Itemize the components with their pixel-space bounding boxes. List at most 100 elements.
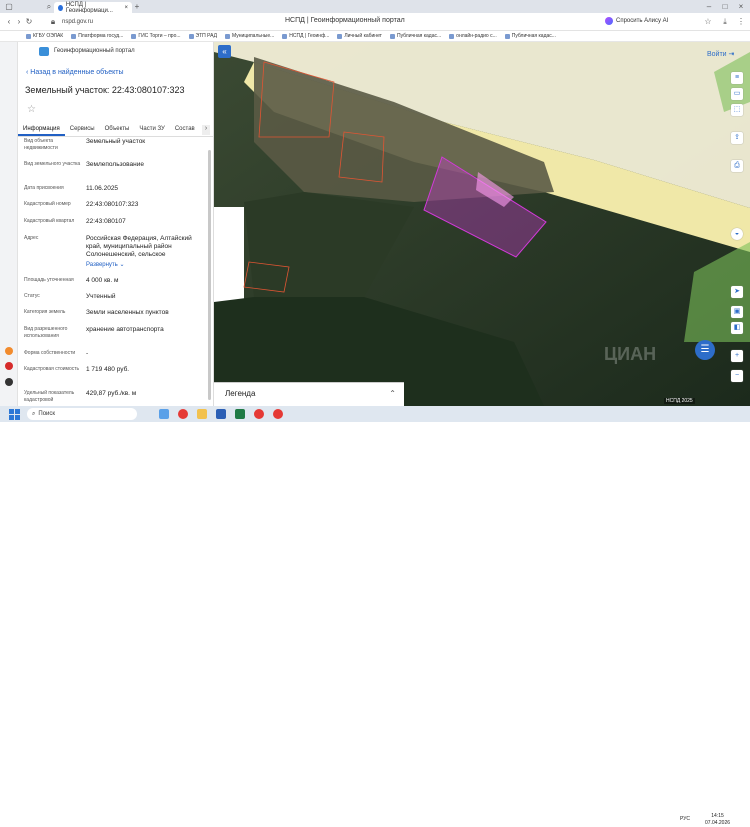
browser-menu-icon[interactable]: ▢ xyxy=(4,2,14,11)
legend-label: Легенда xyxy=(225,389,256,398)
chat-icon[interactable]: ☰ xyxy=(695,340,715,360)
new-tab-button[interactable]: + xyxy=(132,2,142,11)
downloads-icon[interactable]: ⤓ xyxy=(720,17,730,27)
bookmark-item[interactable]: НСПД | Геоинф... xyxy=(282,33,329,39)
favorite-star-icon[interactable]: ☆ xyxy=(27,104,36,115)
bookmark-star-icon[interactable]: ☆ xyxy=(703,17,713,26)
browser-tab-active[interactable]: НСПД | Геоинформаци... × xyxy=(54,1,132,14)
export-icon[interactable]: ⇪ xyxy=(731,132,743,144)
bookmark-item[interactable]: Платформа госуд... xyxy=(71,33,123,39)
url-field[interactable]: nspd.gov.ru xyxy=(62,19,93,25)
alice-icon xyxy=(605,17,613,25)
panel-scrollbar[interactable] xyxy=(208,150,211,400)
tab-parts[interactable]: Части ЗУ xyxy=(134,124,169,136)
tabs-next-icon[interactable]: › xyxy=(202,125,210,135)
property-value: Землепользование xyxy=(86,161,144,168)
bookmark-item[interactable]: КГБУ ОЭЛАК xyxy=(26,33,63,39)
widgets-icon[interactable] xyxy=(159,409,169,419)
bookmark-icon xyxy=(131,33,137,39)
browser-tab-bar: ▢ ⌕ НСПД | Геоинформаци... × + – □ × xyxy=(0,0,750,14)
search-icon: ⌕ xyxy=(32,410,36,417)
property-key: Кадастровый квартал xyxy=(24,218,75,224)
legend-panel[interactable]: Легенда ⌃ xyxy=(214,382,404,406)
browser-yandex-icon[interactable] xyxy=(178,409,188,419)
bookmark-item[interactable]: Публичная кадас... xyxy=(504,33,556,39)
back-nav-icon[interactable]: ‹ xyxy=(4,17,14,26)
maximize-window-icon[interactable]: □ xyxy=(720,2,730,11)
sidebar-app-icon[interactable] xyxy=(5,378,13,386)
property-key: Категория земель xyxy=(24,309,66,315)
extensions-icon[interactable]: ⋮ xyxy=(736,17,746,26)
tab-services[interactable]: Сервисы xyxy=(65,124,100,136)
scale-label: НСПД 2025 xyxy=(664,398,695,404)
forward-nav-icon[interactable]: › xyxy=(14,17,24,26)
close-tab-icon[interactable]: × xyxy=(124,5,128,11)
property-value: 22:43:080107:323 xyxy=(86,201,139,208)
bookmark-item[interactable]: Публичная кадас... xyxy=(389,33,441,39)
file-explorer-icon[interactable] xyxy=(197,409,207,419)
clock-date: 07.04.2026 xyxy=(705,820,731,826)
browser-yandex-icon[interactable] xyxy=(273,409,283,419)
close-window-icon[interactable]: × xyxy=(736,2,746,11)
property-value: 429,87 руб./кв. м xyxy=(86,390,137,397)
basemap-icon[interactable]: ▣ xyxy=(731,306,743,318)
taskbar-search[interactable]: ⌕ Поиск xyxy=(27,408,137,420)
watermark: ЦИАН xyxy=(604,344,657,364)
zoom-out-icon[interactable]: − xyxy=(731,370,743,382)
assistant-icon[interactable]: ◒ xyxy=(731,228,743,240)
tab-search-icon[interactable]: ⌕ xyxy=(44,2,54,12)
legend-expand-icon[interactable]: ⌃ xyxy=(389,389,396,398)
tab-objects[interactable]: Объекты xyxy=(100,124,135,136)
property-value: 1 719 480 руб. xyxy=(86,366,130,373)
alice-button[interactable]: Спросить Алису AI xyxy=(605,17,668,25)
taskbar: ⌕ Поиск РУС 14:15 07.04.2026 xyxy=(0,406,750,826)
select-area-icon[interactable]: ⬚ xyxy=(731,104,743,116)
print-icon[interactable]: ⎙ xyxy=(731,160,743,172)
property-key: Форма собственности xyxy=(24,350,76,356)
tab-label: НСПД | Геоинформаци... xyxy=(65,1,113,14)
back-label: Назад в найденные объекты xyxy=(30,69,124,76)
property-value: Земельный участок xyxy=(86,138,146,145)
bookmark-icon xyxy=(282,33,288,39)
compare-icon[interactable]: ◧ xyxy=(731,322,743,334)
property-key: Удельный показатель кадастровой xyxy=(24,390,75,403)
expand-address-link[interactable]: Развернуть ⌄ xyxy=(86,261,204,269)
bookmark-icon xyxy=(188,33,194,39)
browser-yandex-icon[interactable] xyxy=(254,409,264,419)
property-value: 4 000 кв. м xyxy=(86,277,119,284)
nspd-favicon-icon xyxy=(58,4,63,11)
bookmark-item[interactable]: Личный кабинет xyxy=(337,33,382,39)
measure-icon[interactable]: ▭ xyxy=(731,88,743,100)
excel-icon[interactable] xyxy=(235,409,245,419)
bookmark-item[interactable]: ГИС Торги – про... xyxy=(131,33,181,39)
property-key: Вид объекта недвижимости xyxy=(24,138,58,151)
sidebar-app-icon[interactable] xyxy=(5,362,13,370)
sidebar-app-icon[interactable] xyxy=(5,347,13,355)
back-to-results-link[interactable]: ‹ Назад в найденные объекты xyxy=(26,69,124,76)
bookmark-item[interactable]: ЭТП РАД xyxy=(188,33,217,39)
map-view[interactable]: « Войти ⇥ ≡ ▭ ⬚ ⇪ ⎙ ◒ ➤ ▣ ◧ + − ☰ ЦИАН Н… xyxy=(214,42,750,406)
bookmark-item[interactable]: онлайн-радио с... xyxy=(449,33,497,39)
tab-composition[interactable]: Состав xyxy=(170,124,200,136)
word-icon[interactable] xyxy=(216,409,226,419)
minimize-window-icon[interactable]: – xyxy=(704,2,714,11)
property-key: Кадастровая стоимость xyxy=(24,366,80,372)
map-canvas[interactable] xyxy=(214,42,750,406)
property-key: Дата присвоения xyxy=(24,185,64,191)
object-info-panel: Геоинформационный портал ‹ Назад в найде… xyxy=(18,42,214,406)
address-bar: ‹ › ↻ 🔒︎ nspd.gov.ru НСПД | Геоинформаци… xyxy=(0,13,750,31)
collapse-panel-button[interactable]: « xyxy=(218,45,231,58)
bookmark-item[interactable]: Муниципальные... xyxy=(225,33,274,39)
clock[interactable]: 14:15 07.04.2026 xyxy=(705,813,730,827)
reload-icon[interactable]: ↻ xyxy=(24,17,34,26)
layers-icon[interactable]: ≡ xyxy=(731,72,743,84)
alice-label: Спросить Алису AI xyxy=(616,18,669,24)
login-link[interactable]: Войти ⇥ xyxy=(707,50,734,58)
tab-information[interactable]: Информация xyxy=(18,124,65,136)
language-indicator[interactable]: РУС xyxy=(680,816,690,822)
zoom-in-icon[interactable]: + xyxy=(731,350,743,362)
property-key: Статус xyxy=(24,293,40,299)
bookmark-icon xyxy=(504,33,510,39)
locate-icon[interactable]: ➤ xyxy=(731,286,743,298)
start-icon[interactable] xyxy=(7,407,21,421)
